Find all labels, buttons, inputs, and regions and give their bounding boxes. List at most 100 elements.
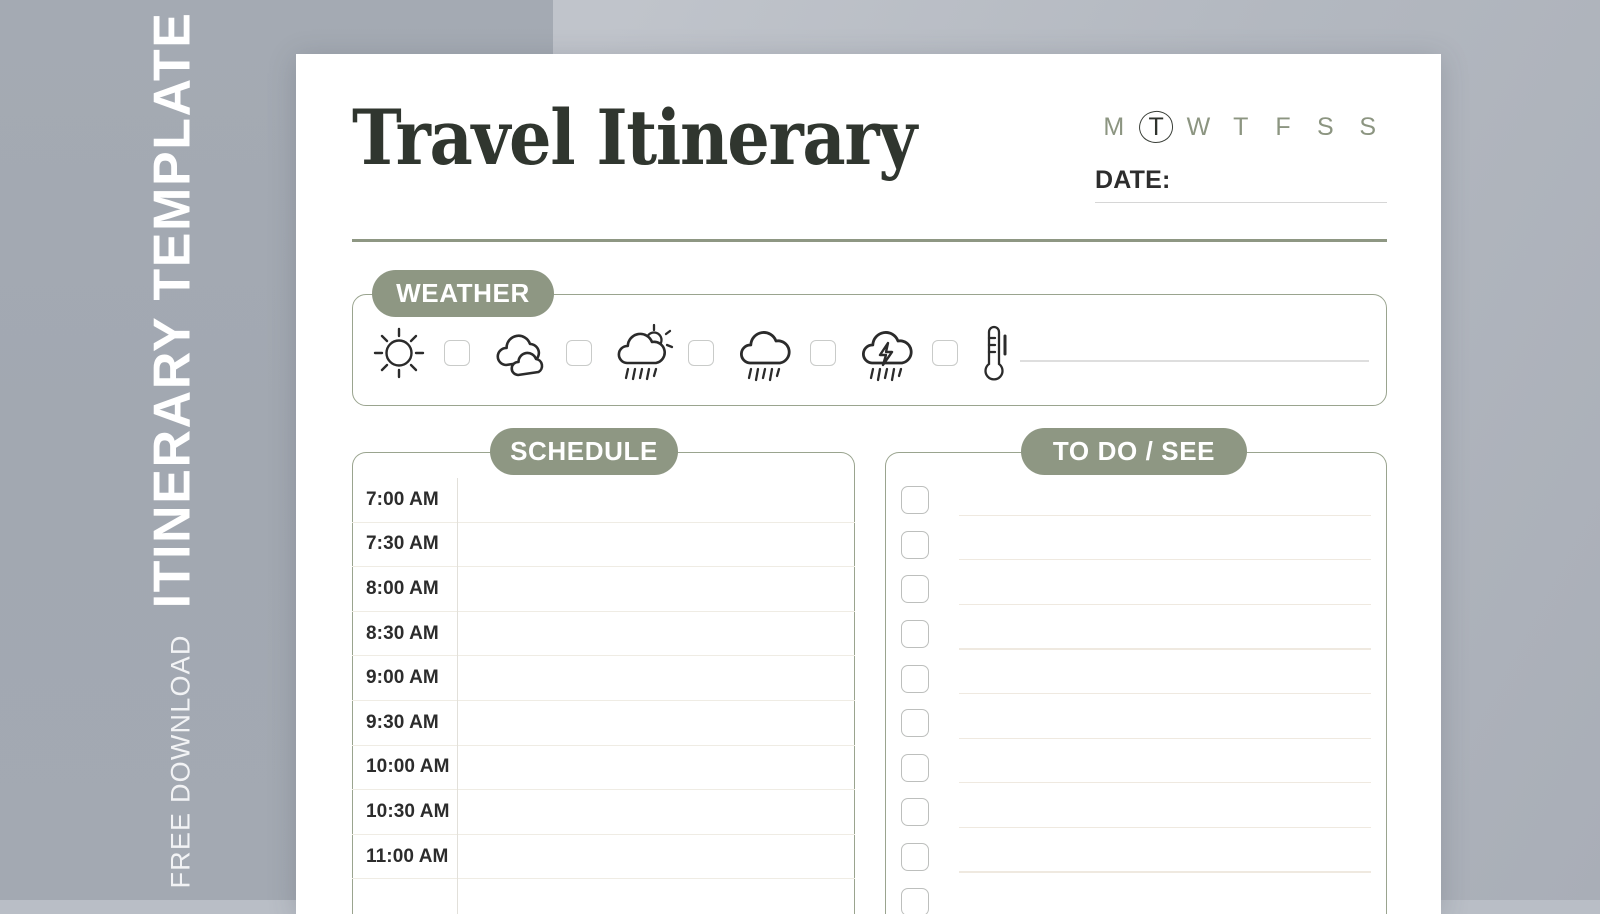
day-of-week-selector[interactable]: M T W T F S S (1095, 108, 1387, 146)
weather-option-sun-showers[interactable] (610, 323, 714, 383)
todo-rows (885, 478, 1387, 914)
schedule-row[interactable]: 10:30 AM (352, 781, 855, 843)
todo-checkbox[interactable] (901, 575, 929, 604)
todo-input-line[interactable] (959, 693, 1371, 695)
schedule-time-label: 7:30 AM (366, 533, 439, 555)
sun-icon (373, 327, 425, 379)
header-divider (352, 239, 1387, 242)
todo-input-line[interactable] (959, 603, 1371, 606)
weather-checkbox-cloudy[interactable] (566, 340, 592, 366)
todo-panel: TO DO / SEE (885, 428, 1387, 914)
weather-option-sunny[interactable] (366, 323, 470, 383)
schedule-row[interactable]: 10:00 AM (352, 736, 855, 799)
todo-section-label: TO DO / SEE (1021, 428, 1247, 475)
weather-option-thunderstorm[interactable] (854, 323, 958, 383)
todo-input-line[interactable] (959, 782, 1371, 784)
schedule-panel: SCHEDULE 7:00 AM 7:30 AM 8:00 AM 8:30 AM… (352, 428, 855, 914)
weather-checkbox-sun-showers[interactable] (688, 340, 714, 366)
weather-checkbox-sunny[interactable] (444, 340, 470, 366)
todo-checkbox[interactable] (901, 620, 929, 649)
day-label: M (1103, 112, 1125, 141)
weather-option-rain[interactable] (732, 323, 836, 383)
day-option-friday[interactable]: F (1268, 110, 1298, 144)
todo-checkbox[interactable] (901, 486, 929, 515)
todo-input-line[interactable] (959, 737, 1371, 739)
weather-section-label: WEATHER (372, 270, 554, 317)
day-option-thursday[interactable]: T (1226, 110, 1256, 144)
thunderstorm-icon (862, 331, 913, 382)
temperature-field[interactable] (976, 322, 1369, 384)
day-option-wednesday[interactable]: W (1184, 110, 1214, 144)
todo-row[interactable] (885, 879, 1387, 914)
day-label: W (1186, 112, 1211, 141)
schedule-column-divider (457, 870, 459, 914)
day-label: T (1233, 112, 1249, 141)
schedule-row[interactable]: 9:00 AM (352, 647, 855, 709)
temperature-input-line[interactable] (1020, 360, 1369, 362)
sidebar-template-title: ITINERARY TEMPLATE (144, 11, 202, 609)
page-header: Travel Itinerary M T W T F S S DATE: (352, 54, 1387, 244)
page-title: Travel Itinerary (352, 93, 917, 182)
todo-input-line[interactable] (959, 871, 1371, 873)
weather-panel: WEATHER (352, 270, 1387, 406)
todo-checkbox[interactable] (901, 843, 929, 872)
day-label: F (1275, 112, 1292, 141)
date-field-row[interactable]: DATE: (1095, 166, 1387, 203)
date-label: DATE: (1095, 166, 1171, 194)
weather-options-row (366, 310, 1369, 396)
day-label: S (1359, 112, 1377, 141)
schedule-time-label: 10:00 AM (366, 756, 450, 778)
schedule-time-label: 7:00 AM (366, 488, 439, 510)
todo-row[interactable] (885, 567, 1387, 612)
schedule-time-label: 8:00 AM (366, 577, 439, 599)
todo-input-line[interactable] (959, 559, 1371, 561)
weather-checkbox-thunderstorm[interactable] (932, 340, 958, 366)
schedule-rows: 7:00 AM 7:30 AM 8:00 AM 8:30 AM 9:00 AM … (352, 478, 855, 914)
day-option-tuesday[interactable]: T (1137, 108, 1176, 146)
todo-row[interactable] (885, 790, 1387, 835)
weather-option-cloudy[interactable] (488, 323, 592, 383)
todo-input-line[interactable] (959, 514, 1371, 516)
date-input-line[interactable] (1095, 202, 1387, 203)
schedule-time-label: 9:00 AM (366, 667, 439, 689)
todo-row[interactable] (885, 478, 1387, 523)
schedule-time-label: 11:00 AM (366, 845, 449, 867)
sidebar-promo: FREE DOWNLOAD ITINERARY TEMPLATE (0, 0, 296, 900)
header-meta: M T W T F S S DATE: (1095, 108, 1387, 203)
schedule-row[interactable]: 11:00 AM (352, 825, 855, 888)
todo-input-line[interactable] (959, 648, 1371, 650)
schedule-time-label: 10:30 AM (366, 800, 450, 822)
day-option-monday[interactable]: M (1099, 110, 1129, 144)
todo-checkbox[interactable] (901, 753, 929, 782)
schedule-row[interactable] (352, 870, 855, 914)
todo-row[interactable] (885, 746, 1387, 791)
todo-row[interactable] (885, 701, 1387, 746)
todo-row[interactable] (885, 656, 1387, 701)
day-option-sunday[interactable]: S (1353, 110, 1383, 144)
todo-row[interactable] (885, 612, 1387, 657)
selected-day-circle-icon (1137, 108, 1176, 146)
todo-checkbox[interactable] (901, 798, 929, 827)
todo-row[interactable] (885, 523, 1387, 568)
cloud-rain-icon (740, 331, 791, 382)
schedule-section-label: SCHEDULE (490, 428, 678, 475)
schedule-row[interactable]: 8:30 AM (352, 602, 855, 665)
sun-cloud-rain-icon (617, 323, 674, 381)
document-page: Travel Itinerary M T W T F S S DATE: WEA… (296, 54, 1441, 914)
schedule-row[interactable]: 7:00 AM (352, 478, 855, 531)
todo-checkbox[interactable] (901, 664, 929, 693)
schedule-time-label: 9:30 AM (366, 711, 439, 733)
todo-input-line[interactable] (959, 826, 1371, 829)
todo-checkbox[interactable] (901, 709, 929, 738)
schedule-time-label: 8:30 AM (366, 622, 439, 644)
clouds-icon (496, 334, 544, 377)
todo-checkbox[interactable] (901, 887, 929, 914)
weather-checkbox-rain[interactable] (810, 340, 836, 366)
schedule-row[interactable]: 8:00 AM (352, 558, 855, 620)
schedule-row[interactable]: 7:30 AM (352, 513, 855, 576)
todo-row[interactable] (885, 835, 1387, 880)
day-option-saturday[interactable]: S (1311, 110, 1341, 144)
sidebar-free-download-label: FREE DOWNLOAD (166, 634, 196, 889)
schedule-row[interactable]: 9:30 AM (352, 691, 855, 754)
todo-checkbox[interactable] (901, 530, 929, 559)
